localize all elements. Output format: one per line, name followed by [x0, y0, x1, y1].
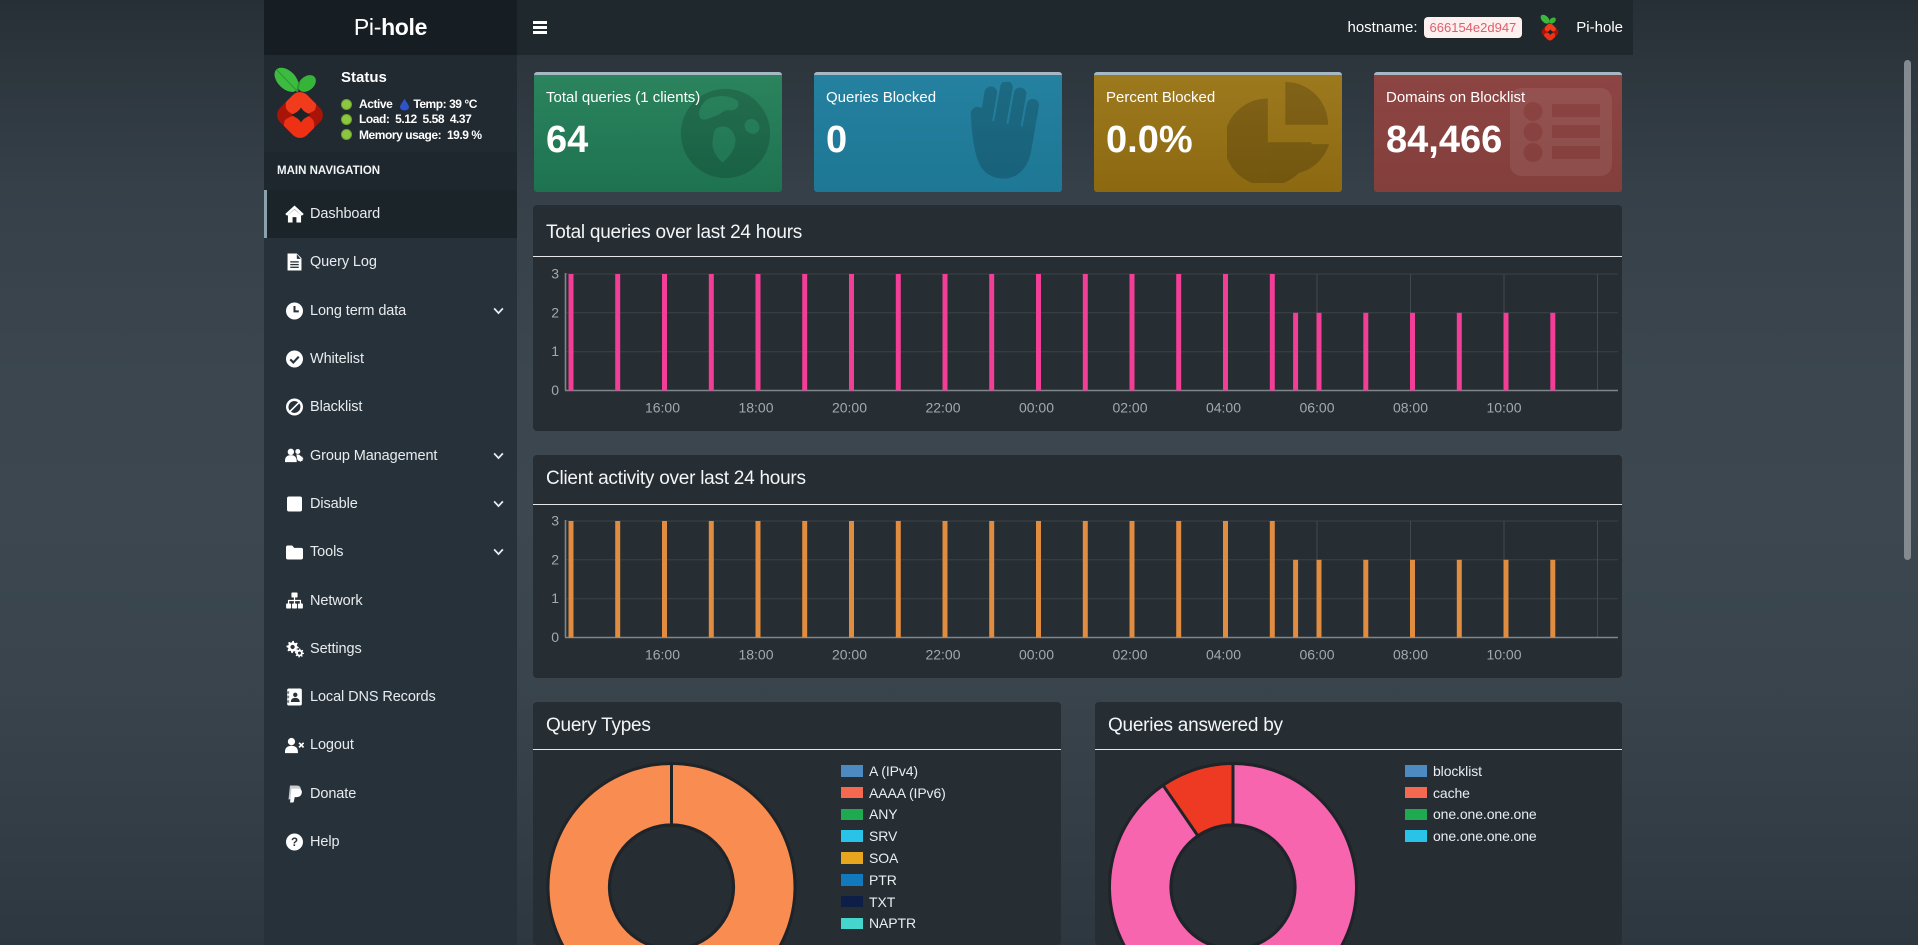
svg-text:16:00: 16:00: [645, 400, 680, 416]
svg-text:04:00: 04:00: [1206, 647, 1241, 663]
svg-text:22:00: 22:00: [925, 400, 960, 416]
svg-text:04:00: 04:00: [1206, 400, 1241, 416]
svg-text:18:00: 18:00: [738, 647, 773, 663]
svg-text:08:00: 08:00: [1393, 400, 1428, 416]
svg-text:06:00: 06:00: [1299, 647, 1334, 663]
svg-text:00:00: 00:00: [1019, 400, 1054, 416]
svg-text:00:00: 00:00: [1019, 647, 1054, 663]
svg-text:20:00: 20:00: [832, 647, 867, 663]
svg-text:08:00: 08:00: [1393, 647, 1428, 663]
svg-text:2: 2: [551, 304, 559, 320]
svg-text:22:00: 22:00: [925, 647, 960, 663]
svg-text:18:00: 18:00: [738, 400, 773, 416]
svg-text:0: 0: [551, 382, 559, 398]
svg-text:2: 2: [551, 551, 559, 567]
svg-text:02:00: 02:00: [1112, 400, 1147, 416]
svg-text:3: 3: [551, 266, 559, 282]
svg-text:1: 1: [551, 590, 559, 606]
svg-text:?: ?: [291, 837, 298, 849]
svg-text:10:00: 10:00: [1486, 400, 1521, 416]
svg-text:0: 0: [551, 629, 559, 645]
svg-text:20:00: 20:00: [832, 400, 867, 416]
svg-text:06:00: 06:00: [1299, 400, 1334, 416]
svg-text:3: 3: [551, 513, 559, 529]
svg-text:10:00: 10:00: [1486, 647, 1521, 663]
svg-text:02:00: 02:00: [1112, 647, 1147, 663]
svg-text:1: 1: [551, 343, 559, 359]
svg-text:16:00: 16:00: [645, 647, 680, 663]
